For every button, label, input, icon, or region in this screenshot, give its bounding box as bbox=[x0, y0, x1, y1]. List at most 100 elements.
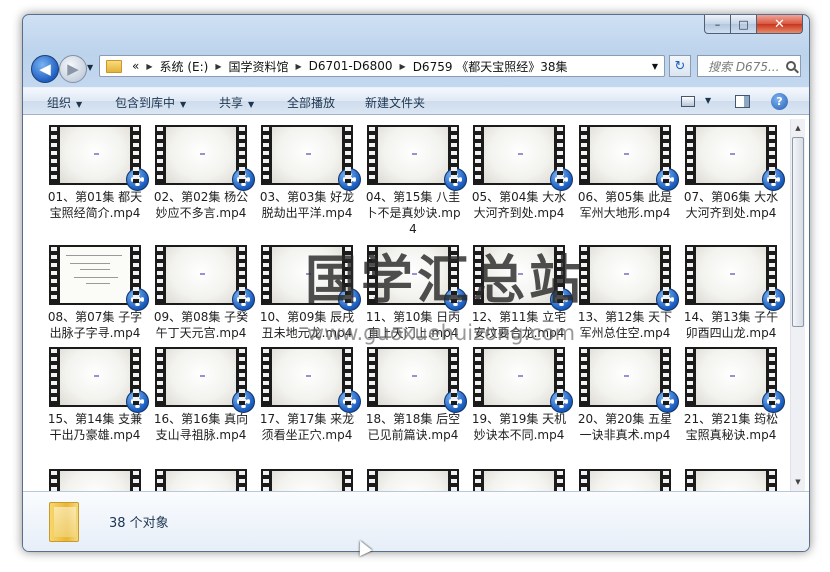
frame-mark bbox=[729, 272, 735, 275]
video-frame bbox=[60, 349, 130, 405]
frame-mark bbox=[517, 272, 523, 275]
scrollbar-thumb[interactable] bbox=[792, 137, 804, 327]
video-file-item[interactable]: 06、第05集 此是军州大地形.mp4 bbox=[573, 125, 679, 221]
film-reel-icon bbox=[444, 168, 467, 191]
video-file-item[interactable]: 03、第03集 好龙脱劫出平洋.mp4 bbox=[255, 125, 361, 221]
vertical-scrollbar[interactable]: ▲ ▼ bbox=[790, 119, 805, 491]
search-input[interactable]: 搜索 D675... bbox=[697, 55, 801, 77]
refresh-button[interactable]: ↻ bbox=[669, 55, 691, 77]
breadcrumb-drive[interactable]: 系统 (E:) bbox=[156, 58, 213, 75]
video-file-item[interactable] bbox=[679, 469, 783, 491]
back-arrow-icon: ◀ bbox=[39, 60, 51, 78]
frame-mark bbox=[199, 374, 205, 377]
change-view-icon[interactable] bbox=[681, 96, 695, 107]
video-frame bbox=[696, 349, 766, 405]
new-folder-button[interactable]: 新建文件夹 bbox=[365, 94, 425, 111]
video-frame bbox=[166, 247, 236, 303]
film-reel-icon bbox=[126, 288, 149, 311]
video-file-item[interactable]: 02、第02集 杨公妙应不多言.mp4 bbox=[149, 125, 255, 221]
frame-mark bbox=[411, 152, 417, 155]
file-name-label: 14、第13集 子午卯酉四山龙.mp4 bbox=[683, 310, 779, 340]
video-file-item[interactable]: 11、第10集 日丙直上天门上.mp4 bbox=[361, 245, 467, 341]
document-line bbox=[74, 277, 118, 278]
film-reel-icon bbox=[550, 288, 573, 311]
video-file-item[interactable]: 08、第07集 子字出脉子字寻.mp4 bbox=[43, 245, 149, 341]
file-name-label: 04、第15集 八圭卜不是真妙诀.mp4 bbox=[365, 190, 461, 236]
address-bar[interactable]: « ▶ 系统 (E:) ▶ 国学资料馆 ▶ D6701-D6800 ▶ D675… bbox=[99, 55, 665, 77]
forward-button[interactable]: ▶ bbox=[59, 55, 87, 83]
video-file-item[interactable]: 17、第17集 来龙须看坐正穴.mp4 bbox=[255, 347, 361, 443]
include-in-library-menu[interactable]: 包含到库中 ▼ bbox=[115, 94, 186, 111]
command-bar: 组织 ▼ 包含到库中 ▼ 共享 ▼ 全部播放 新建文件夹 ▼ ? bbox=[23, 87, 809, 115]
video-file-item[interactable]: 10、第09集 辰戌丑未地元龙.mp4 bbox=[255, 245, 361, 341]
video-file-item[interactable] bbox=[149, 469, 253, 491]
frame-mark bbox=[517, 152, 523, 155]
breadcrumb-separator-icon[interactable]: ▶ bbox=[143, 62, 155, 71]
search-icon[interactable] bbox=[786, 61, 796, 71]
video-thumbnail bbox=[685, 245, 785, 311]
film-reel-icon bbox=[550, 168, 573, 191]
video-file-item[interactable] bbox=[467, 469, 571, 491]
video-frame bbox=[590, 247, 660, 303]
film-reel-icon bbox=[126, 390, 149, 413]
back-button[interactable]: ◀ bbox=[31, 55, 59, 83]
video-thumbnail bbox=[49, 125, 149, 191]
video-file-item[interactable]: 14、第13集 子午卯酉四山龙.mp4 bbox=[679, 245, 785, 341]
video-thumbnail bbox=[155, 245, 255, 311]
video-frame bbox=[60, 247, 130, 303]
video-file-item[interactable]: 21、第21集 筠松宝照真秘诀.mp4 bbox=[679, 347, 785, 443]
document-line bbox=[70, 263, 110, 264]
breadcrumb-library[interactable]: 国学资料馆 bbox=[224, 58, 292, 75]
video-file-item[interactable]: 13、第12集 天下军州总住空.mp4 bbox=[573, 245, 679, 341]
video-file-item[interactable] bbox=[43, 469, 147, 491]
maximize-button[interactable]: □ bbox=[731, 15, 757, 34]
breadcrumb-separator-icon[interactable]: ▶ bbox=[292, 62, 304, 71]
video-file-item[interactable]: 09、第08集 子癸午丁天元宫.mp4 bbox=[149, 245, 255, 341]
video-frame bbox=[378, 471, 448, 491]
frame-mark bbox=[305, 272, 311, 275]
close-button[interactable]: ✕ bbox=[757, 15, 803, 34]
frame-mark bbox=[199, 272, 205, 275]
organize-menu[interactable]: 组织 ▼ bbox=[47, 94, 82, 111]
video-file-item[interactable]: 07、第06集 大水大河齐到处.mp4 bbox=[679, 125, 785, 221]
video-frame bbox=[166, 349, 236, 405]
film-reel-icon bbox=[762, 168, 785, 191]
video-file-item[interactable]: 01、第01集 都天宝照经简介.mp4 bbox=[43, 125, 149, 221]
video-file-item[interactable]: 05、第04集 大水大河齐到处.mp4 bbox=[467, 125, 573, 221]
video-file-item[interactable]: 04、第15集 八圭卜不是真妙诀.mp4 bbox=[361, 125, 467, 237]
video-file-item[interactable]: 16、第16集 真向支山寻祖脉.mp4 bbox=[149, 347, 255, 443]
breadcrumb-separator-icon[interactable]: ▶ bbox=[212, 62, 224, 71]
video-file-item[interactable] bbox=[361, 469, 465, 491]
help-icon[interactable]: ? bbox=[771, 93, 788, 110]
address-history-chevron-down-icon[interactable]: ▼ bbox=[646, 62, 664, 71]
breadcrumb-separator-icon[interactable]: ▶ bbox=[397, 62, 409, 71]
breadcrumb-range[interactable]: D6701-D6800 bbox=[305, 59, 397, 73]
video-file-item[interactable]: 15、第14集 支兼干出乃豪雄.mp4 bbox=[43, 347, 149, 443]
view-options-chevron-down-icon[interactable]: ▼ bbox=[705, 96, 711, 105]
video-file-item[interactable]: 20、第20集 五星一诀非真术.mp4 bbox=[573, 347, 679, 443]
play-all-button[interactable]: 全部播放 bbox=[287, 94, 335, 111]
video-thumbnail bbox=[367, 245, 467, 311]
preview-pane-icon[interactable] bbox=[735, 95, 750, 108]
file-list[interactable]: 01、第01集 都天宝照经简介.mp4 02、第02集 杨公妙应不多言.mp4 03… bbox=[23, 115, 809, 491]
scroll-down-icon[interactable]: ▼ bbox=[791, 475, 805, 489]
video-file-item[interactable] bbox=[573, 469, 677, 491]
video-frame bbox=[60, 471, 130, 491]
video-file-item[interactable] bbox=[255, 469, 359, 491]
minimize-button[interactable]: – bbox=[704, 15, 731, 34]
video-file-item[interactable]: 12、第11集 立宅安坟要合龙.mp4 bbox=[467, 245, 573, 341]
video-file-item[interactable]: 19、第19集 天机妙诀本不同.mp4 bbox=[467, 347, 573, 443]
video-frame bbox=[590, 127, 660, 183]
video-file-item[interactable]: 18、第18集 后空已见前篇诀.mp4 bbox=[361, 347, 467, 443]
address-prefix[interactable]: « bbox=[128, 59, 143, 73]
share-menu[interactable]: 共享 ▼ bbox=[219, 94, 254, 111]
film-reel-icon bbox=[762, 288, 785, 311]
breadcrumb-current-folder[interactable]: D6759 《都天宝照经》38集 bbox=[409, 58, 572, 75]
scroll-up-icon[interactable]: ▲ bbox=[791, 121, 805, 135]
recent-pages-chevron-down-icon[interactable]: ▼ bbox=[87, 63, 93, 72]
chevron-down-icon: ▼ bbox=[76, 100, 83, 109]
video-thumbnail bbox=[155, 125, 255, 191]
file-name-label: 07、第06集 大水大河齐到处.mp4 bbox=[683, 190, 779, 220]
frame-mark bbox=[305, 374, 311, 377]
file-name-label: 20、第20集 五星一诀非真术.mp4 bbox=[577, 412, 673, 442]
